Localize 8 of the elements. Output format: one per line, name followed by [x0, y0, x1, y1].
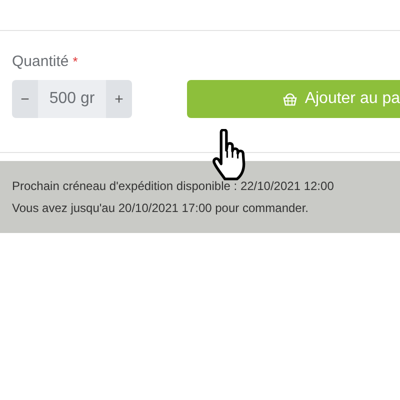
notice-text: Vous avez jusqu'au 20/10/2021 17:00 pour commander. [12, 201, 310, 215]
quantity-field[interactable]: 500 gr [38, 80, 106, 118]
decrement-button[interactable]: − [12, 80, 38, 118]
required-mark: * [72, 54, 78, 69]
increment-button[interactable]: + [106, 80, 132, 118]
basket-icon [282, 92, 297, 106]
notice-text: Prochain créneau d'expédition disponible : 22/10/2021 12:00 [12, 179, 335, 193]
quantity-label: Quantité [12, 53, 69, 70]
